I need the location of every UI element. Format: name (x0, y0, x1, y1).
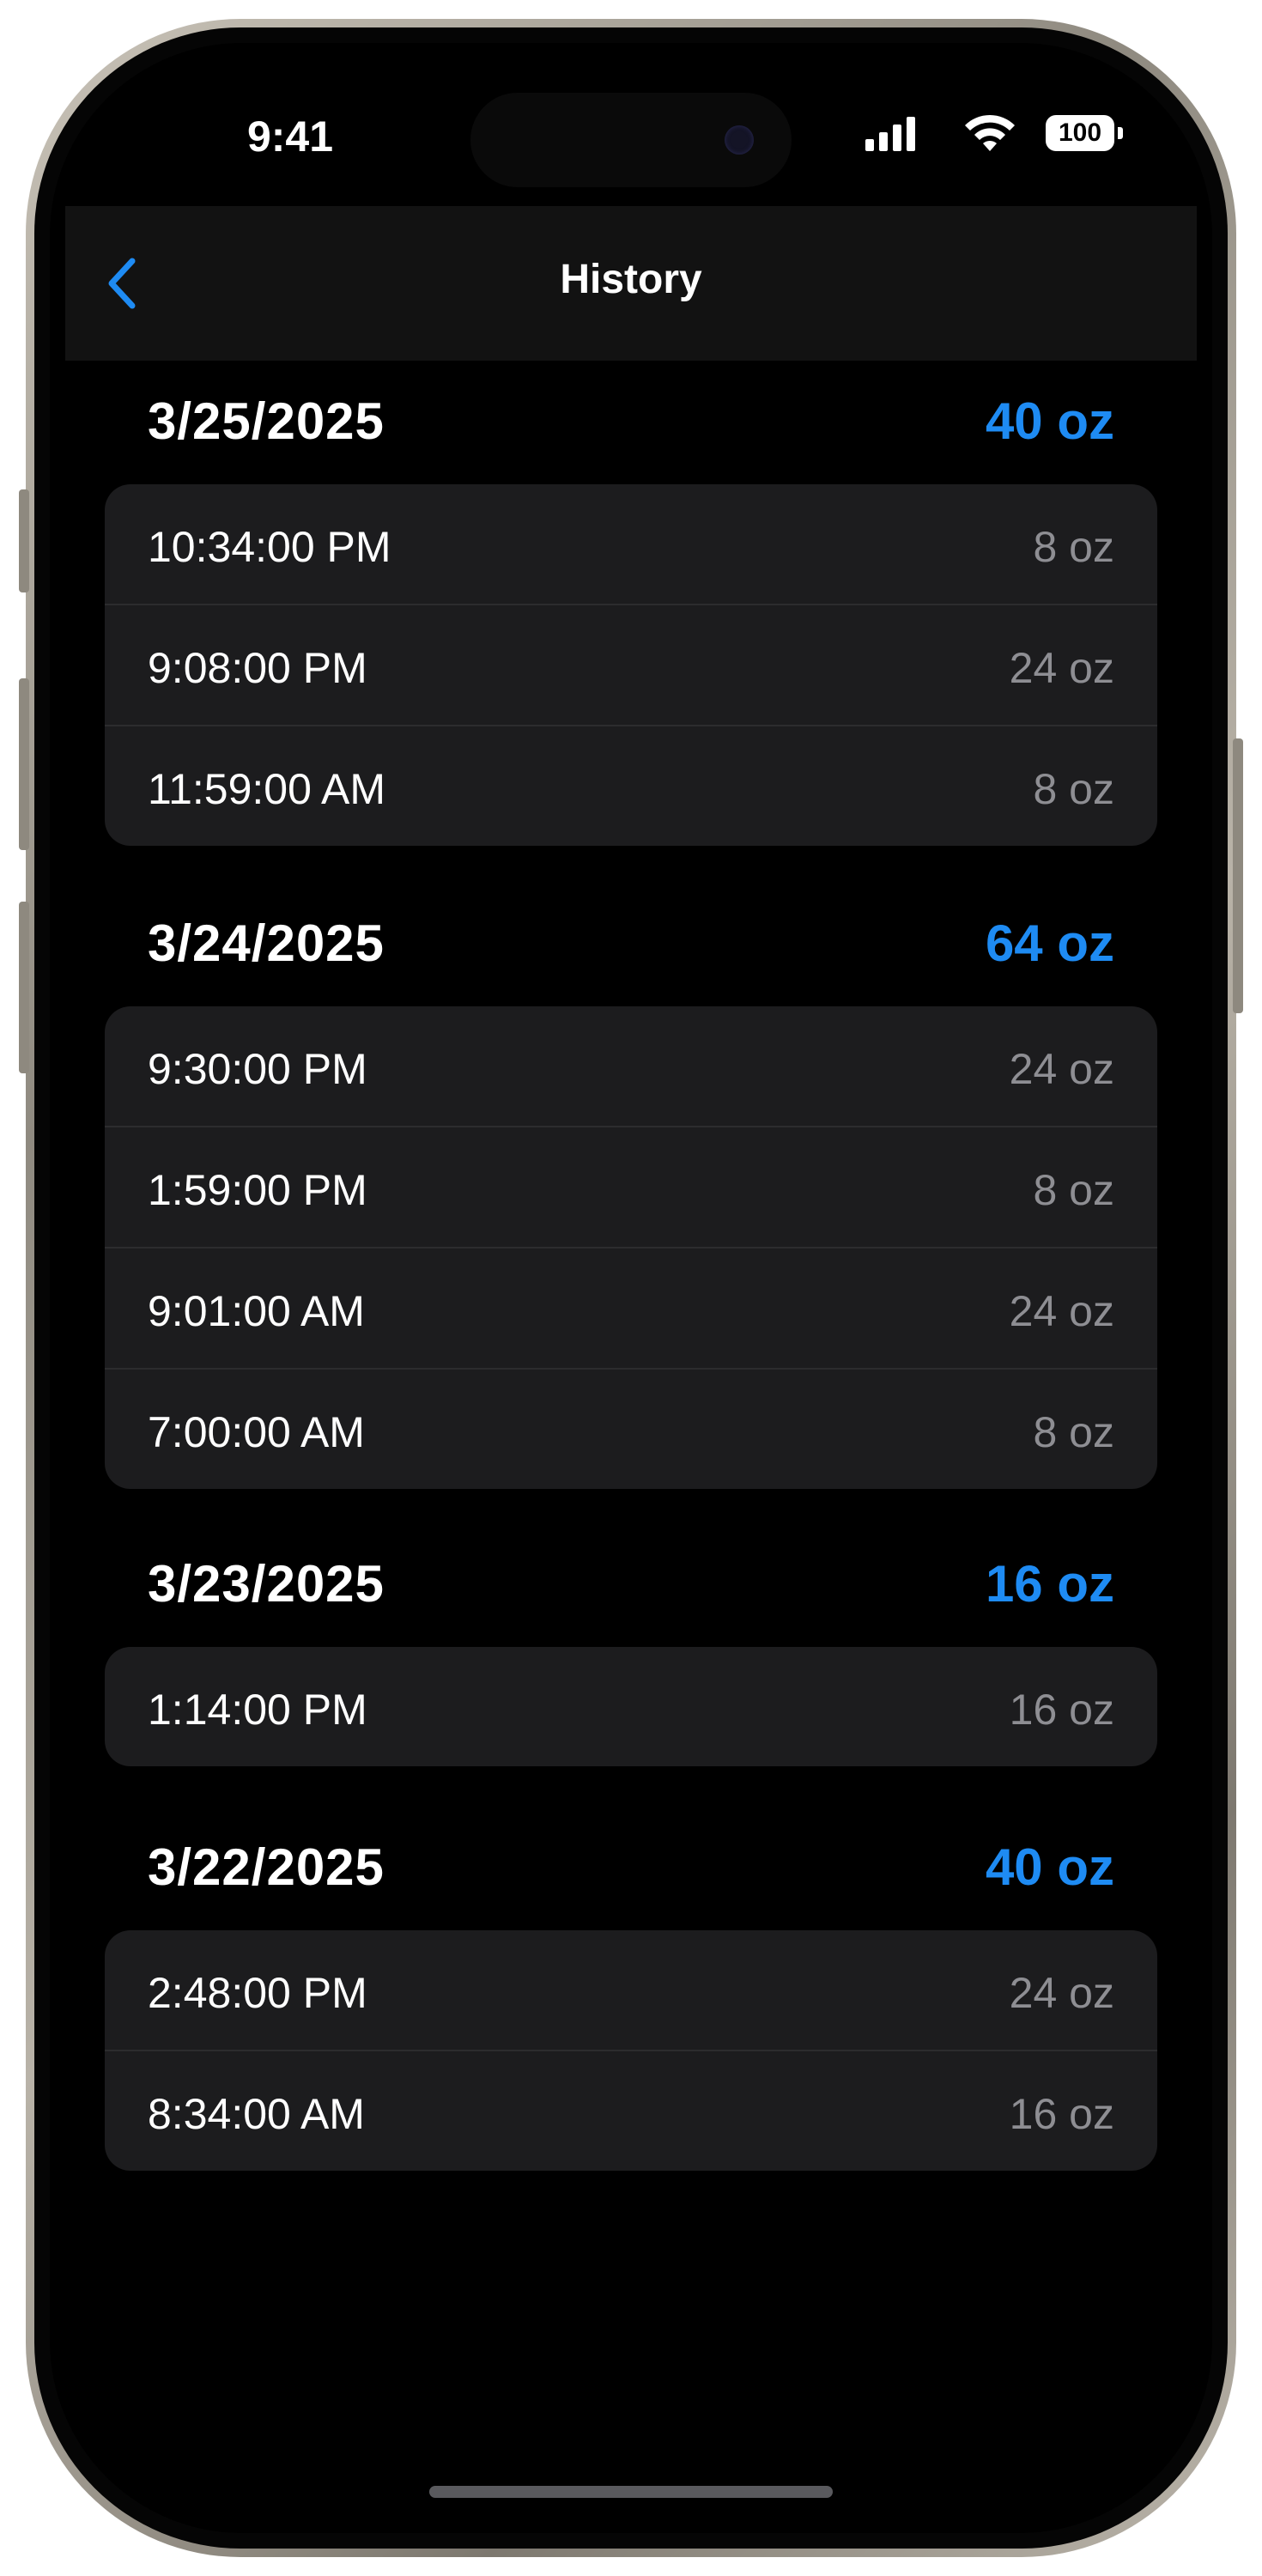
entries-card: 10:34:00 PM 8 oz 9:08:00 PM 24 oz 11:59:… (105, 484, 1157, 846)
battery-icon: 100 (1046, 115, 1114, 151)
entry-amount: 8 oz (1033, 765, 1114, 813)
day-section: 3/25/2025 40 oz 10:34:00 PM 8 oz 9:08:00… (105, 361, 1157, 846)
entry-row[interactable]: 9:08:00 PM 24 oz (105, 605, 1157, 726)
power-button (1233, 738, 1243, 1013)
entry-row[interactable]: 1:14:00 PM 16 oz (105, 1647, 1157, 1766)
entry-time: 1:59:00 PM (148, 1166, 367, 1214)
section-total: 40 oz (985, 1838, 1114, 1896)
entry-time: 9:08:00 PM (148, 644, 367, 692)
section-total: 64 oz (985, 914, 1114, 972)
volume-up-button (19, 678, 29, 850)
front-camera-icon (725, 125, 754, 155)
entry-time: 11:59:00 AM (148, 765, 386, 813)
day-section: 3/23/2025 16 oz 1:14:00 PM 16 oz (105, 1523, 1157, 1766)
cellular-signal-icon (865, 113, 920, 151)
section-total: 16 oz (985, 1555, 1114, 1613)
entry-amount: 24 oz (1009, 1045, 1114, 1093)
action-button (19, 489, 29, 592)
section-header: 3/23/2025 16 oz (105, 1523, 1157, 1647)
section-header: 3/25/2025 40 oz (105, 361, 1157, 484)
status-icons: 100 (865, 113, 1149, 156)
entry-amount: 16 oz (1009, 2090, 1114, 2138)
entry-time: 2:48:00 PM (148, 1969, 367, 2017)
entry-amount: 24 oz (1009, 1969, 1114, 2017)
section-date: 3/25/2025 (148, 392, 385, 450)
status-time: 9:41 (246, 112, 334, 161)
entries-card: 2:48:00 PM 24 oz 8:34:00 AM 16 oz (105, 1930, 1157, 2171)
entry-time: 9:01:00 AM (148, 1287, 365, 1335)
entries-card: 9:30:00 PM 24 oz 1:59:00 PM 8 oz 9:01:00… (105, 1006, 1157, 1489)
entry-row[interactable]: 8:34:00 AM 16 oz (105, 2051, 1157, 2171)
screen: 9:41 100 History 3/25/2025 40 oz 10:34:0… (50, 43, 1212, 2533)
section-date: 3/22/2025 (148, 1838, 385, 1896)
section-date: 3/23/2025 (148, 1555, 385, 1613)
entry-amount: 24 oz (1009, 644, 1114, 692)
entry-row[interactable]: 10:34:00 PM 8 oz (105, 484, 1157, 605)
entry-row[interactable]: 7:00:00 AM 8 oz (105, 1370, 1157, 1489)
entry-time: 8:34:00 AM (148, 2090, 365, 2138)
entry-amount: 8 oz (1033, 523, 1114, 571)
section-total: 40 oz (985, 392, 1114, 450)
wifi-icon (960, 113, 1020, 153)
entries-card: 1:14:00 PM 16 oz (105, 1647, 1157, 1766)
day-section: 3/22/2025 40 oz 2:48:00 PM 24 oz 8:34:00… (105, 1807, 1157, 2171)
section-date: 3/24/2025 (148, 914, 385, 972)
page-title: History (560, 257, 702, 302)
device-stage: 9:41 100 History 3/25/2025 40 oz 10:34:0… (0, 0, 1262, 2576)
nav-bar: History (65, 206, 1197, 361)
entry-time: 9:30:00 PM (148, 1045, 367, 1093)
dynamic-island (470, 93, 792, 187)
entry-row[interactable]: 11:59:00 AM 8 oz (105, 726, 1157, 846)
entry-row[interactable]: 9:01:00 AM 24 oz (105, 1249, 1157, 1370)
entry-amount: 16 oz (1009, 1686, 1114, 1734)
entry-time: 7:00:00 AM (148, 1408, 365, 1456)
battery-nub (1118, 127, 1123, 139)
entry-amount: 8 oz (1033, 1166, 1114, 1214)
entry-time: 1:14:00 PM (148, 1686, 367, 1734)
section-header: 3/24/2025 64 oz (105, 883, 1157, 1006)
entry-time: 10:34:00 PM (148, 523, 391, 571)
entry-row[interactable]: 2:48:00 PM 24 oz (105, 1930, 1157, 2051)
back-button[interactable] (91, 249, 160, 318)
entry-row[interactable]: 9:30:00 PM 24 oz (105, 1006, 1157, 1127)
chevron-left-icon (108, 258, 136, 309)
entry-amount: 24 oz (1009, 1287, 1114, 1335)
home-indicator[interactable] (429, 2486, 833, 2498)
day-section: 3/24/2025 64 oz 9:30:00 PM 24 oz 1:59:00… (105, 883, 1157, 1489)
entry-amount: 8 oz (1033, 1408, 1114, 1456)
section-header: 3/22/2025 40 oz (105, 1807, 1157, 1930)
entry-row[interactable]: 1:59:00 PM 8 oz (105, 1127, 1157, 1249)
volume-down-button (19, 902, 29, 1073)
